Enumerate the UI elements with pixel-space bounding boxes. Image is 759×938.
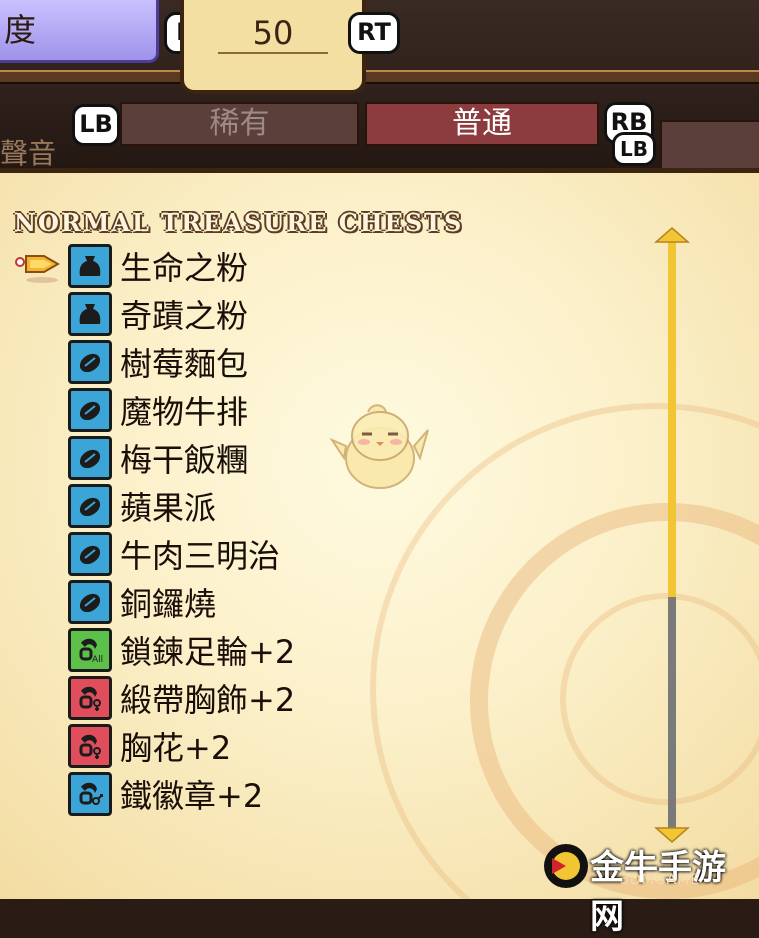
- tab-rare-label: 稀有: [209, 106, 270, 141]
- list-item[interactable]: 生命之粉: [68, 244, 248, 288]
- scrollbar-thumb[interactable]: [668, 242, 676, 597]
- bag-icon: [68, 244, 112, 288]
- tab-normal[interactable]: 普通: [365, 102, 599, 146]
- watermark-text: 金牛手游网: [590, 848, 726, 937]
- list-item[interactable]: 梅干飯糰: [68, 436, 248, 480]
- list-item[interactable]: 緞帶胸飾+2: [68, 676, 295, 720]
- item-label: 銅鑼燒: [120, 585, 217, 623]
- page-underline: [218, 52, 328, 54]
- item-label: 奇蹟之粉: [120, 297, 249, 335]
- watermark-subtext: 3DMGAME: [620, 872, 701, 888]
- item-label: 生命之粉: [120, 249, 249, 287]
- right-tab-partial[interactable]: [660, 120, 759, 170]
- item-label: 緞帶胸飾+2: [120, 681, 296, 719]
- category-tab[interactable]: 度: [0, 0, 159, 63]
- list-item[interactable]: All 鎖鍊足輪+2: [68, 628, 295, 672]
- item-label: 胸花+2: [120, 729, 232, 767]
- list-item[interactable]: 蘋果派: [68, 484, 216, 528]
- list-item[interactable]: 銅鑼燒: [68, 580, 216, 624]
- food-icon: [68, 580, 112, 624]
- rt-label: RT: [357, 18, 391, 46]
- page-counter-panel: 50: [180, 0, 366, 94]
- item-label: 樹莓麵包: [120, 345, 249, 383]
- tab-normal-label: 普通: [452, 106, 512, 141]
- side-tab-label: 聲音: [0, 137, 57, 170]
- accessory-all-icon: All: [68, 628, 112, 672]
- item-label: 蘋果派: [120, 489, 217, 527]
- lb2-label: LB: [620, 137, 648, 161]
- item-label: 鐵徽章+2: [120, 777, 264, 815]
- bag-icon: [68, 292, 112, 336]
- lb-label: LB: [79, 110, 113, 138]
- header-trim: [0, 70, 759, 84]
- rt-button[interactable]: RT: [348, 12, 400, 54]
- list-item[interactable]: 奇蹟之粉: [68, 292, 248, 336]
- svg-text:All: All: [92, 655, 103, 665]
- decor-ring-inner: [560, 593, 759, 805]
- food-icon: [68, 484, 112, 528]
- food-icon: [68, 340, 112, 384]
- food-icon: [68, 436, 112, 480]
- accessory-female-icon: [68, 676, 112, 720]
- tab-rare[interactable]: 稀有: [120, 102, 359, 146]
- item-label: 魔物牛排: [120, 393, 249, 431]
- section-title: NORMAL TREASURE CHESTS: [14, 208, 464, 237]
- item-label: 梅干飯糰: [120, 441, 249, 479]
- item-label: 牛肉三明治: [120, 537, 281, 575]
- selection-cursor-icon: [15, 255, 61, 283]
- lb-button[interactable]: LB: [72, 104, 120, 146]
- accessory-male-icon: [68, 772, 112, 816]
- page-number: 50: [252, 14, 294, 52]
- list-item[interactable]: 魔物牛排: [68, 388, 248, 432]
- food-icon: [68, 532, 112, 576]
- scroll-up-arrow-icon[interactable]: [654, 226, 690, 244]
- item-label: 鎖鍊足輪+2: [120, 633, 296, 671]
- mascot-bird-icon: [329, 404, 429, 489]
- lb-button-secondary[interactable]: LB: [612, 132, 656, 166]
- list-item[interactable]: 樹莓麵包: [68, 340, 248, 384]
- list-item[interactable]: 牛肉三明治: [68, 532, 280, 576]
- accessory-female-icon: [68, 724, 112, 768]
- list-item[interactable]: 鐵徽章+2: [68, 772, 263, 816]
- list-item[interactable]: 胸花+2: [68, 724, 231, 768]
- category-label: 度: [4, 11, 37, 49]
- food-icon: [68, 388, 112, 432]
